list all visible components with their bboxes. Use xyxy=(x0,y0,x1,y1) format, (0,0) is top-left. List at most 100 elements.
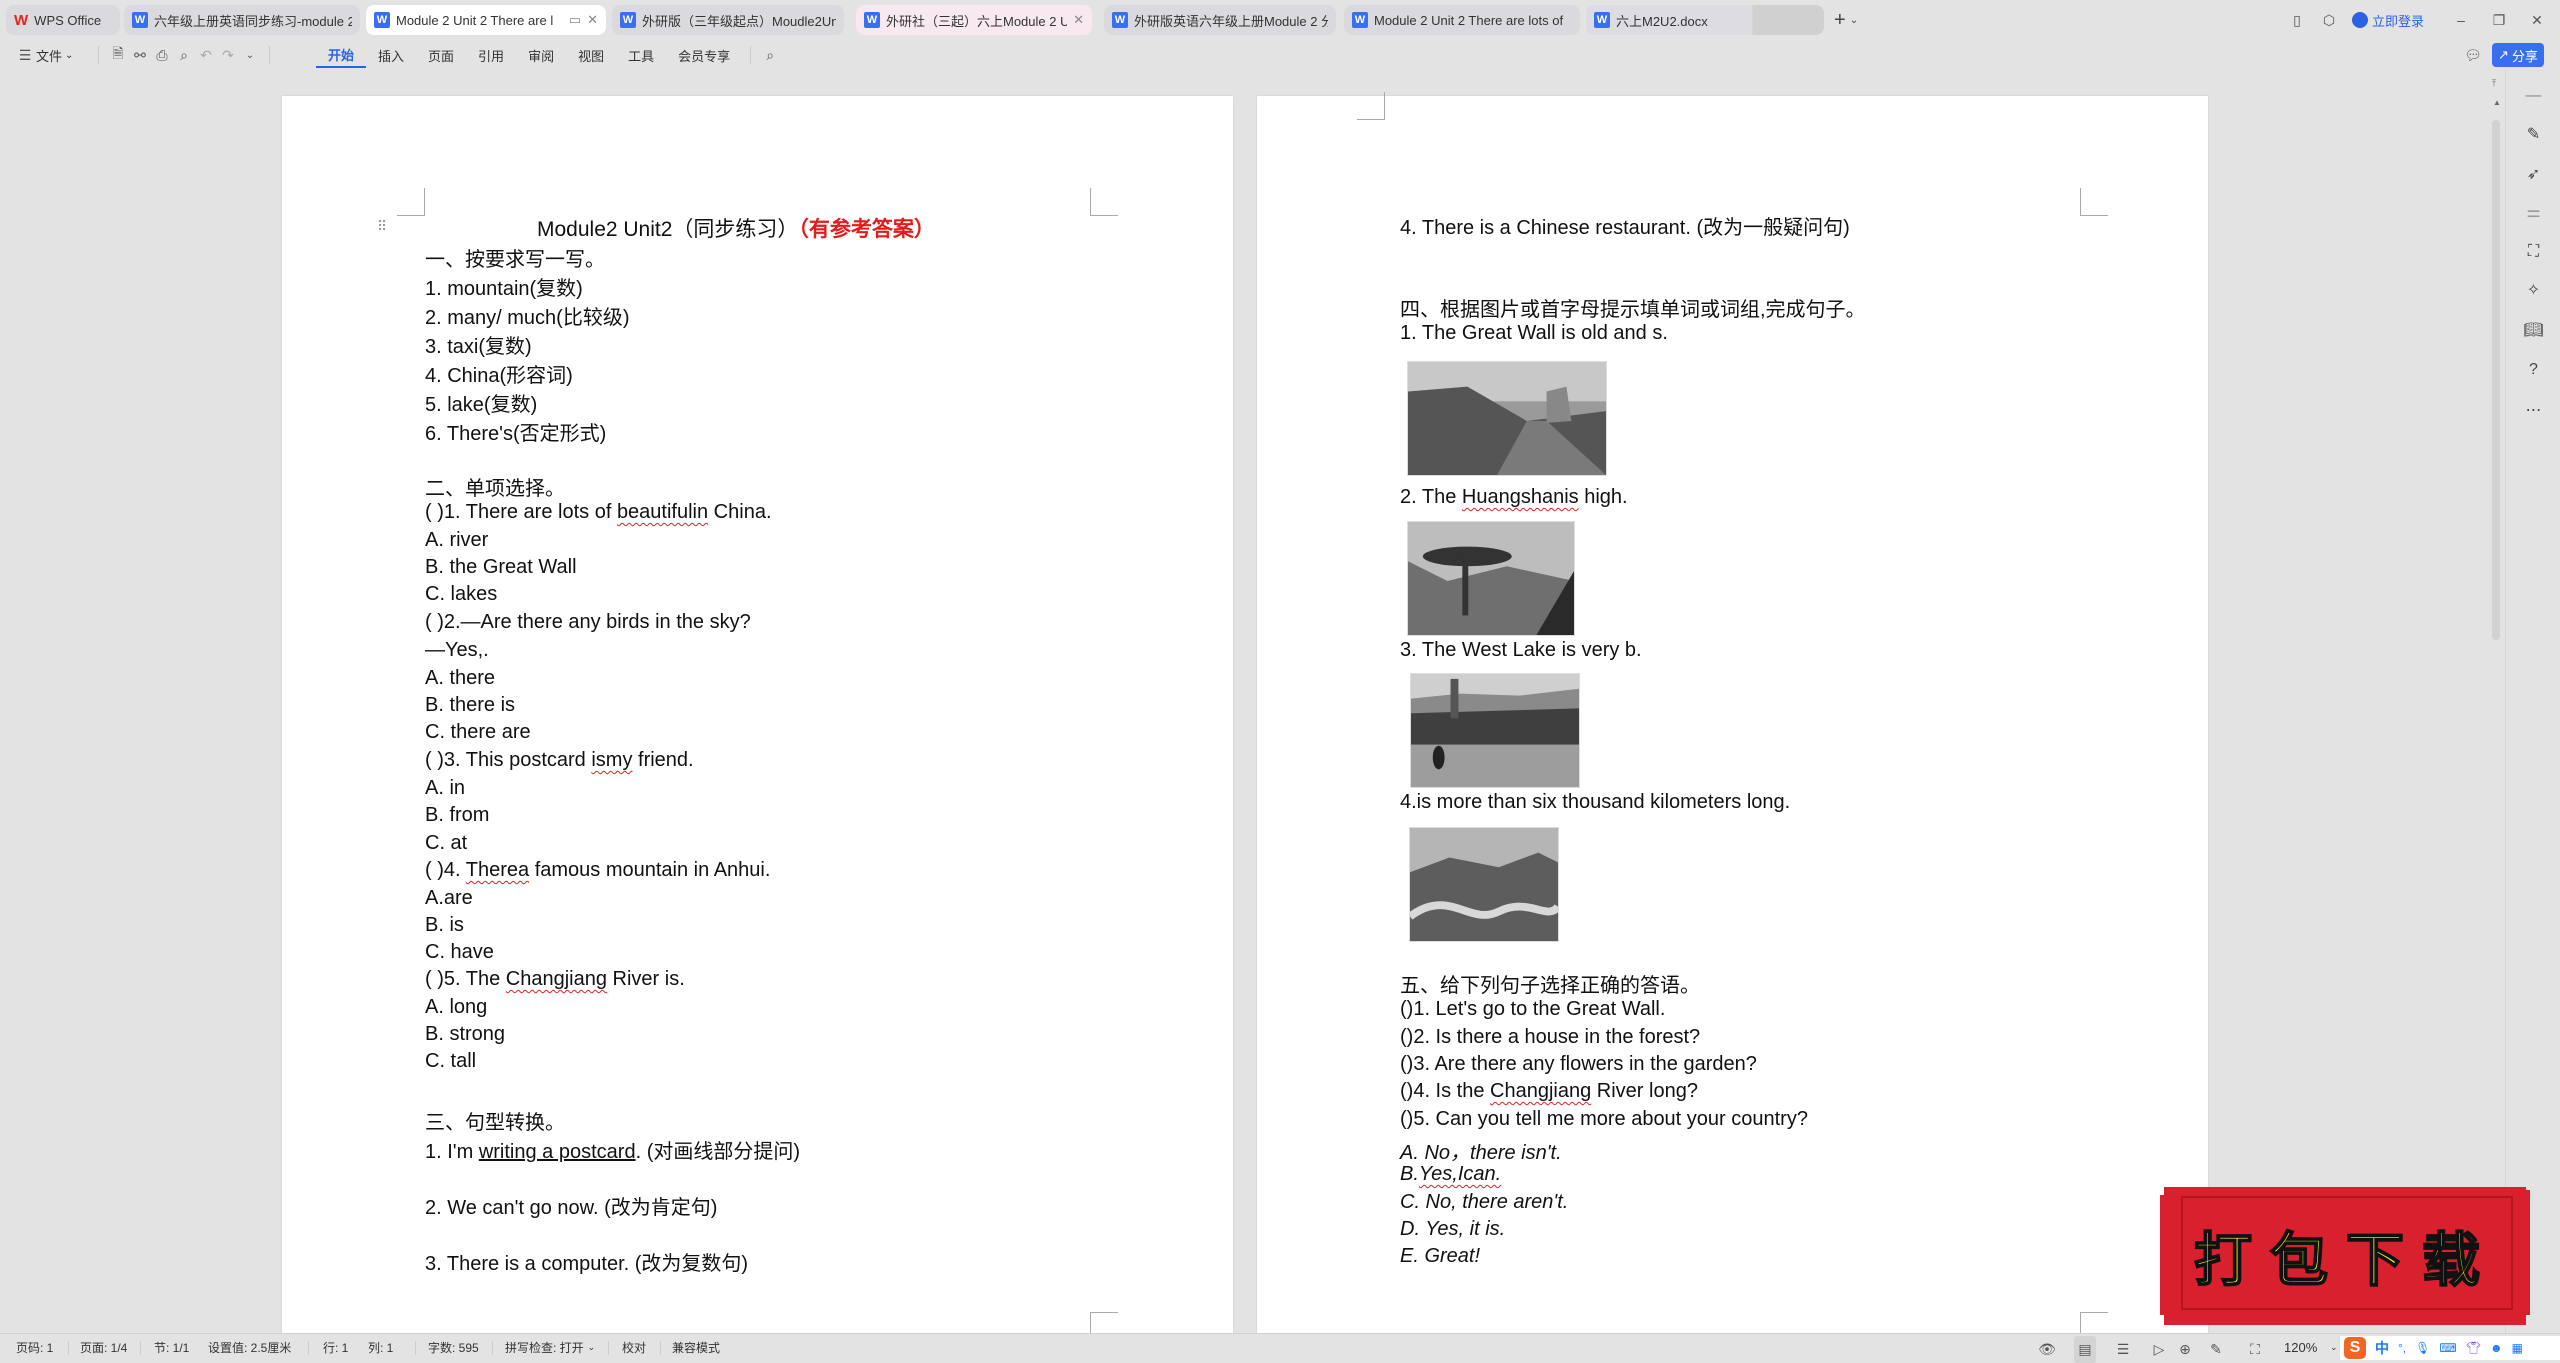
menu-references[interactable]: 引用 xyxy=(466,46,516,65)
tab-wps-office[interactable]: W WPS Office xyxy=(6,5,120,35)
web-view-icon[interactable]: ⊕ xyxy=(2174,1336,2196,1363)
monitor-icon[interactable]: ▭ xyxy=(569,12,581,28)
tab-document[interactable]: W Module 2 Unit 2 There are lots of xyxy=(1344,5,1580,35)
document-page-2[interactable]: 4. There is a Chinese restaurant. (改为一般疑… xyxy=(1257,92,2208,1340)
restore-button[interactable]: ❐ xyxy=(2488,5,2510,35)
more-icon[interactable]: ⋯ xyxy=(2506,396,2560,424)
eye-icon[interactable]: 👁︎ xyxy=(2036,1336,2058,1363)
tab-document[interactable]: W 外研版英语六年级上册Module 2 分单 xyxy=(1104,5,1336,35)
status-col[interactable]: 列: 1 xyxy=(368,1334,393,1361)
tab-document[interactable]: W 外研版（三年级起点）Moudle2Unit2 xyxy=(612,5,844,35)
close-button[interactable]: ✕ xyxy=(2526,5,2548,35)
brush-icon[interactable]: ✎ xyxy=(2205,1336,2227,1363)
option-line: A.are xyxy=(425,887,473,909)
scroll-up-icon[interactable]: ▲ xyxy=(2493,98,2501,107)
tab-document[interactable]: W 六上M2U2.docx xyxy=(1586,5,1824,35)
drag-handle-icon[interactable]: ⠿ xyxy=(377,218,387,235)
spellcheck-word[interactable]: Changjiang xyxy=(1490,1080,1591,1102)
login-button[interactable]: 立即登录 xyxy=(2352,5,2424,35)
status-row[interactable]: 行: 1 xyxy=(323,1334,348,1361)
status-page-num[interactable]: 页码: 1 xyxy=(16,1334,53,1361)
spell-check-toggle[interactable]: 拼写检查: 打开 ⌄ xyxy=(505,1334,595,1361)
play-icon[interactable]: ▷ xyxy=(2148,1336,2170,1363)
menu-page[interactable]: 页面 xyxy=(416,46,466,65)
tab-document[interactable]: W 六年级上册英语同步练习-module 2 u xyxy=(124,5,360,35)
spellcheck-word[interactable]: Huangshanis xyxy=(1462,486,1579,508)
ime-language[interactable]: 中 xyxy=(2375,1338,2389,1358)
search-icon[interactable]: ⌕ xyxy=(759,44,781,66)
status-pages[interactable]: 页面: 1/4 xyxy=(80,1334,127,1361)
menu-view[interactable]: 视图 xyxy=(566,46,616,65)
menu-tools[interactable]: 工具 xyxy=(616,46,666,65)
skin-icon[interactable]: 👕︎ xyxy=(2466,1341,2481,1355)
document-page-1[interactable]: ⠿ Module2 Unit2（同步练习）（有参考答案） 一、按要求写一写。 1… xyxy=(282,96,1233,1340)
robot-icon[interactable]: ☻ xyxy=(2490,1341,2503,1355)
spellcheck-word[interactable]: ismy xyxy=(591,749,632,771)
word-doc-icon: W xyxy=(132,12,148,28)
print-icon[interactable]: ⎙ xyxy=(151,44,173,66)
status-word-count[interactable]: 字数: 595 xyxy=(428,1334,479,1361)
redo-icon[interactable]: ↷ xyxy=(217,44,239,66)
new-tab-button[interactable]: + ⌄ xyxy=(1834,5,1858,35)
comment-icon[interactable]: 💬︎ xyxy=(2462,40,2484,70)
microphone-icon[interactable]: 🎙︎ xyxy=(2415,1341,2430,1355)
status-section[interactable]: 节: 1/1 xyxy=(154,1334,189,1361)
zoom-dropdown-icon[interactable]: ⌄ xyxy=(2330,1334,2338,1361)
print-preview-icon[interactable]: ⌕ xyxy=(173,44,195,66)
help-icon[interactable]: ? xyxy=(2506,356,2560,384)
question-line: ()2. Is there a house in the forest? xyxy=(1400,1026,1701,1048)
question-line: ()5. Can you tell me more about your cou… xyxy=(1400,1108,1808,1130)
share-button[interactable]: ↗ 分享 xyxy=(2492,43,2544,67)
sogou-logo-icon[interactable]: S xyxy=(2344,1337,2366,1359)
spellcheck-word[interactable]: Yes,Ican. xyxy=(1419,1163,1501,1185)
cube-icon[interactable]: ⬡ xyxy=(2318,5,2340,35)
download-package-badge[interactable]: 打包下载 xyxy=(2160,1175,2532,1330)
margin-corner xyxy=(1090,188,1118,216)
pen-icon[interactable]: ✎ xyxy=(2506,120,2560,148)
divider xyxy=(269,46,270,64)
outline-view-icon[interactable]: ☰ xyxy=(2112,1336,2134,1363)
apps-icon[interactable]: ▦ xyxy=(2512,1341,2523,1355)
page-view-icon[interactable]: ▤ xyxy=(2074,1336,2096,1363)
menu-home[interactable]: 开始 xyxy=(316,42,367,68)
keyboard-icon[interactable]: ⌨ xyxy=(2439,1341,2456,1355)
question-line: ( )3. This postcard ismy friend. xyxy=(425,749,694,771)
status-setting[interactable]: 设置值: 2.5厘米 xyxy=(208,1334,291,1361)
more-chevron-icon[interactable]: ⌄ xyxy=(239,44,261,66)
book-search-icon[interactable]: 📖︎ xyxy=(2506,316,2560,344)
file-menu[interactable]: ☰ 文件 ⌄ xyxy=(14,40,74,70)
tab-document[interactable]: W 外研社（三起）六上Module 2 Un ✕ xyxy=(856,5,1092,35)
mobile-icon[interactable]: ▯ xyxy=(2286,5,2308,35)
proofread-button[interactable]: 校对 xyxy=(622,1334,646,1361)
save-icon[interactable]: 🗎 xyxy=(107,44,129,66)
minimize-button[interactable]: – xyxy=(2450,5,2472,35)
spellcheck-word[interactable]: Changjiang xyxy=(506,968,607,990)
cursor-icon[interactable]: ➶ xyxy=(2506,160,2560,188)
spellcheck-word[interactable]: beautifulin xyxy=(617,501,708,523)
ime-punctuation[interactable]: °, xyxy=(2398,1341,2406,1355)
chevron-down-icon: ⌄ xyxy=(1849,14,1859,26)
tab-label: 外研社（三起）六上Module 2 Un xyxy=(886,13,1068,29)
close-tab-icon[interactable]: ✕ xyxy=(1073,12,1084,28)
fit-screen-icon[interactable]: ⛶ xyxy=(2244,1336,2266,1363)
close-tab-icon[interactable]: ✕ xyxy=(587,12,598,28)
menu-review[interactable]: 审阅 xyxy=(516,46,566,65)
image-edit-icon[interactable]: ⛶ xyxy=(2506,238,2560,266)
question-line: 1. The Great Wall is old and s. xyxy=(1400,322,1668,344)
menu-insert[interactable]: 插入 xyxy=(366,46,416,65)
undo-icon[interactable]: ↶ xyxy=(195,44,217,66)
magic-wand-icon[interactable]: ✧ xyxy=(2506,276,2560,304)
zoom-level[interactable]: 120% xyxy=(2284,1334,2317,1361)
scrollbar-thumb[interactable] xyxy=(2492,120,2500,640)
collapse-icon[interactable]: — xyxy=(2506,82,2560,110)
spellcheck-word[interactable]: Therea xyxy=(466,859,529,881)
login-label: 立即登录 xyxy=(2372,13,2425,29)
sliders-icon[interactable]: ⚌ xyxy=(2506,198,2560,226)
word-doc-icon: W xyxy=(1352,12,1368,28)
scroll-top-icon[interactable]: ⤒ xyxy=(2492,78,2496,89)
menu-member[interactable]: 会员专享 xyxy=(666,46,742,65)
user-avatar-icon xyxy=(2352,12,2368,28)
link-icon[interactable]: ⚯ xyxy=(129,44,151,66)
tab-document-active[interactable]: W Module 2 Unit 2 There are l ▭ ✕ xyxy=(366,5,606,35)
vertical-scrollbar[interactable]: ⤒ ▲ xyxy=(2490,70,2504,1333)
